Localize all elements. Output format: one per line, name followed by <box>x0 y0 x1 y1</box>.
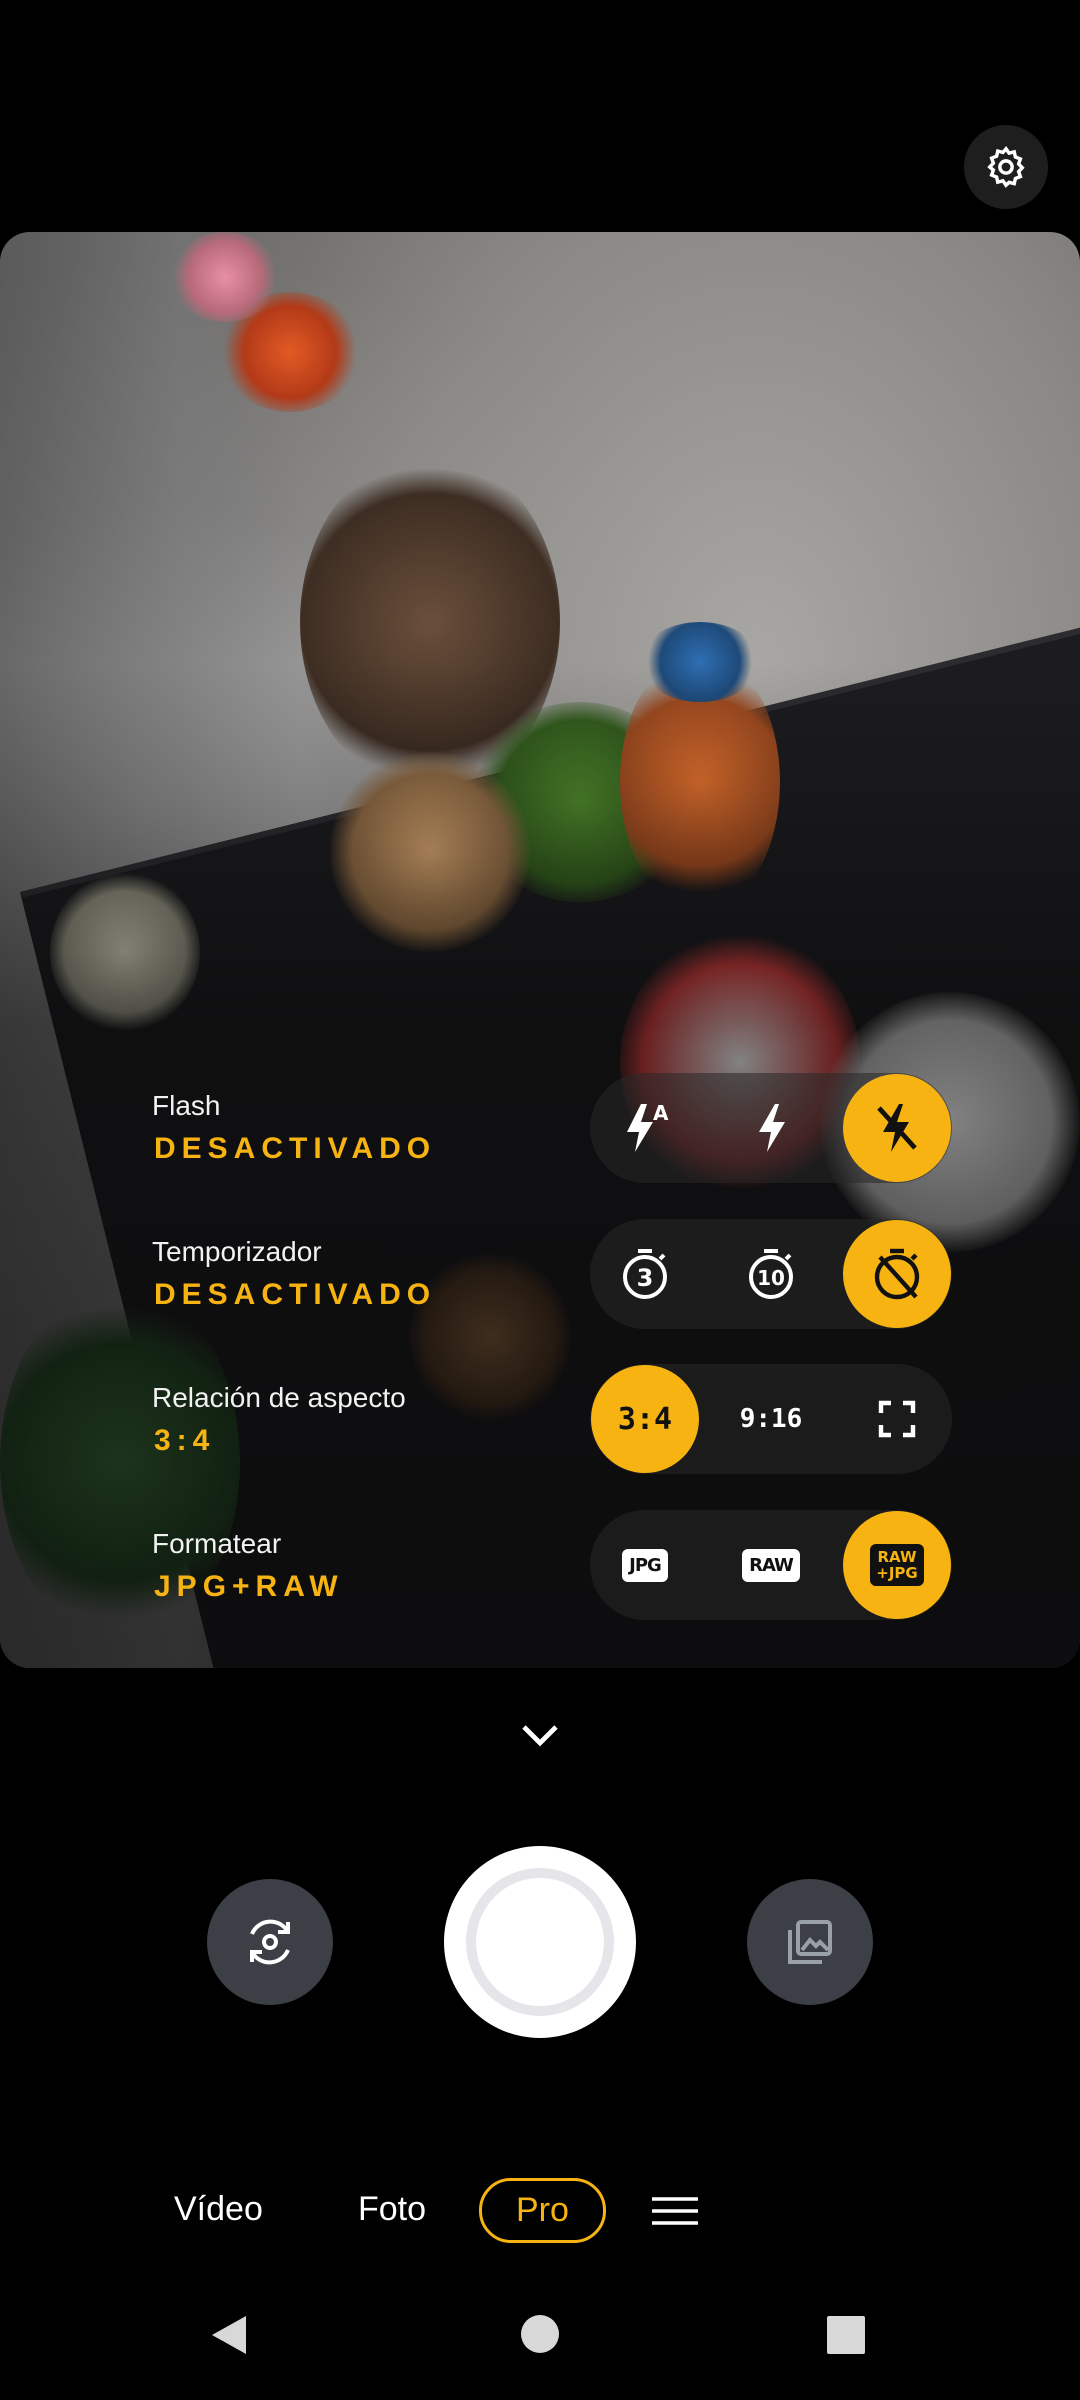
raw-jpg-badge-bottom: +JPG <box>876 1564 918 1582</box>
flash-auto-icon: A <box>627 1101 669 1152</box>
gear-icon <box>987 145 1025 188</box>
gallery-icon <box>788 1920 832 1964</box>
format-label: Formatear <box>152 1528 282 1559</box>
timer-off-option[interactable] <box>843 1220 951 1328</box>
timer-10s-option[interactable]: 10 <box>717 1220 825 1328</box>
back-nav-icon[interactable] <box>208 2312 250 2358</box>
raw-jpg-badge-top: RAW <box>877 1548 917 1566</box>
raw-jpg-badge: RAW +JPG <box>870 1544 924 1586</box>
svg-text:A: A <box>653 1101 669 1125</box>
timer-10-icon: 10 <box>749 1249 793 1299</box>
jpg-badge: JPG <box>622 1548 668 1582</box>
full-screen-icon <box>878 1400 916 1438</box>
flash-label: Flash <box>152 1090 221 1121</box>
aspect-3-4-option[interactable]: 3:4 <box>591 1365 699 1473</box>
format-raw-option[interactable]: RAW <box>717 1511 825 1619</box>
flash-on-icon <box>759 1104 785 1152</box>
shutter-button[interactable] <box>444 1846 636 2038</box>
aspect-9-16-text: 9:16 <box>739 1404 803 1434</box>
flash-off-option[interactable] <box>843 1074 951 1182</box>
format-jpg-option[interactable]: JPG <box>591 1511 699 1619</box>
switch-camera-button[interactable] <box>207 1879 333 2005</box>
aspect-9-16-option[interactable]: 9:16 <box>717 1365 825 1473</box>
flash-off-icon <box>877 1104 917 1152</box>
recents-nav-icon[interactable] <box>826 2315 866 2355</box>
svg-text:3: 3 <box>637 1264 654 1292</box>
mode-pro[interactable]: Pro <box>479 2178 606 2243</box>
aspect-ratio-label: Relación de aspecto <box>152 1382 406 1413</box>
more-modes-menu-icon[interactable] <box>652 2196 698 2226</box>
shutter-inner-ring <box>466 1868 614 2016</box>
flash-auto-option[interactable]: A <box>591 1074 699 1182</box>
timer-3s-option[interactable]: 3 <box>591 1220 699 1328</box>
aspect-3-4-text: 3:4 <box>617 1401 673 1437</box>
timer-label: Temporizador <box>152 1236 322 1267</box>
svg-text:10: 10 <box>757 1266 785 1290</box>
format-value: JPG+RAW <box>154 1570 344 1603</box>
gallery-button[interactable] <box>747 1879 873 2005</box>
aspect-ratio-value: 3:4 <box>154 1424 216 1457</box>
home-nav-icon[interactable] <box>520 2314 560 2354</box>
chevron-down-icon[interactable] <box>516 1715 564 1755</box>
raw-badge: RAW <box>742 1548 800 1582</box>
flash-value: DESACTIVADO <box>154 1132 437 1165</box>
flash-on-option[interactable] <box>717 1074 825 1182</box>
mode-photo[interactable]: Foto <box>358 2190 426 2229</box>
aspect-full-option[interactable] <box>843 1365 951 1473</box>
mode-video[interactable]: Vídeo <box>174 2190 263 2229</box>
timer-value: DESACTIVADO <box>154 1278 437 1311</box>
switch-camera-icon <box>250 1919 290 1965</box>
settings-button[interactable] <box>964 125 1048 209</box>
timer-3-icon: 3 <box>623 1249 667 1299</box>
format-raw-jpg-option[interactable]: RAW +JPG <box>843 1511 951 1619</box>
timer-off-icon <box>874 1248 920 1300</box>
